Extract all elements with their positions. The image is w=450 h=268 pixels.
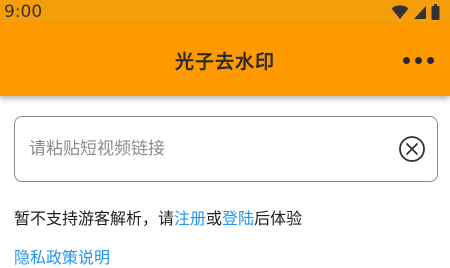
video-link-input[interactable] [29, 139, 397, 159]
battery-icon [431, 4, 440, 20]
notice-prefix: 暂不支持游客解析，请 [14, 209, 175, 228]
register-link[interactable]: 注册 [174, 209, 206, 228]
status-bar: 9:00 [0, 0, 450, 24]
notice-suffix: 后体验 [254, 209, 303, 228]
clear-input-button[interactable] [397, 134, 427, 164]
more-horizontal-icon-dot [414, 56, 422, 64]
app-title: 光子去水印 [174, 50, 275, 73]
wifi-icon [391, 5, 409, 19]
login-link[interactable]: 登陆 [222, 209, 254, 228]
status-icons [391, 4, 440, 20]
status-time: 9:00 [4, 2, 43, 22]
app-bar: 光子去水印 [0, 24, 450, 96]
guest-notice: 暂不支持游客解析，请注册或登陆后体验 [14, 205, 302, 229]
privacy-policy-link[interactable]: 隐私政策说明 [14, 244, 110, 268]
more-options-button[interactable] [400, 46, 436, 74]
cellular-signal-icon [414, 5, 426, 19]
notice-middle: 或 [206, 209, 223, 228]
more-horizontal-icon-dot [402, 56, 410, 64]
link-input-box [14, 116, 438, 182]
more-horizontal-icon-dot [426, 56, 434, 64]
clear-circle-icon [399, 136, 425, 162]
